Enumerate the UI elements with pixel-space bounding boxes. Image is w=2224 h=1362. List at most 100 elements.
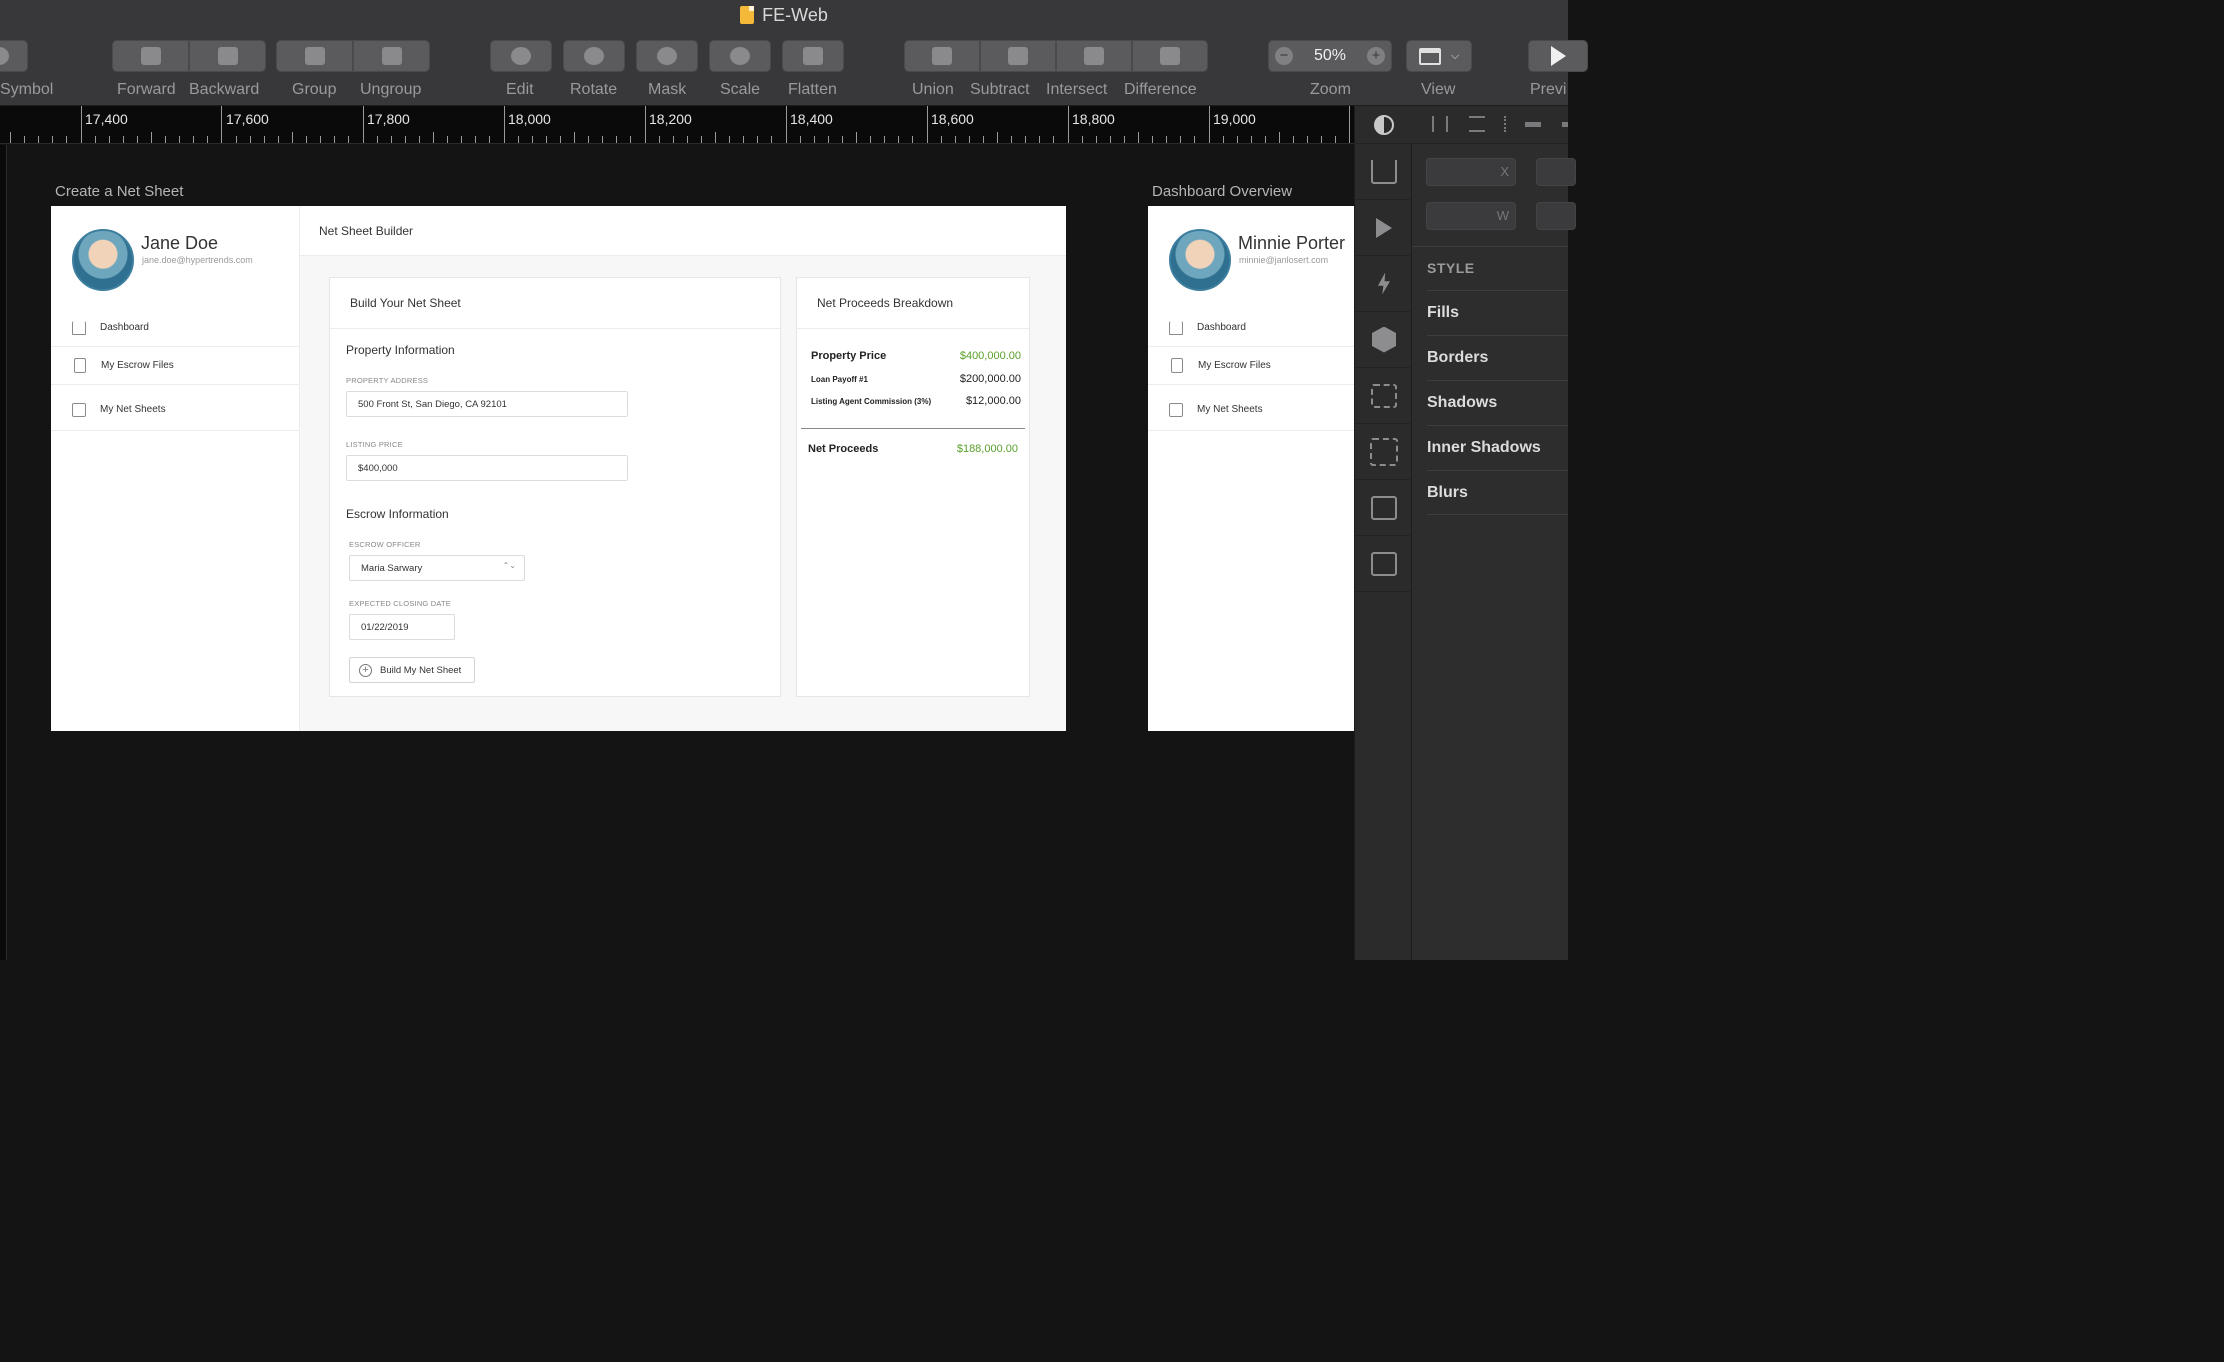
borders-section[interactable]: Borders — [1427, 335, 1568, 380]
shadows-section[interactable]: Shadows — [1427, 380, 1568, 425]
mask-tool[interactable]: Mask — [636, 40, 698, 102]
sidebar-item-dashboard[interactable]: Dashboard — [51, 309, 300, 347]
zoom-control[interactable]: − 50% + — [1268, 40, 1392, 72]
intersect-button[interactable] — [1056, 40, 1132, 72]
symbol-button[interactable] — [0, 40, 28, 72]
symbol-tool[interactable]: Symbol — [0, 40, 53, 102]
forward-button[interactable] — [112, 40, 189, 72]
app-sidebar: Minnie Porter minnie@janlosert.com Dashb… — [1148, 206, 1354, 731]
card-title: Net Proceeds Breakdown — [817, 296, 954, 310]
scale-button[interactable] — [709, 40, 771, 72]
ruler-tick — [1152, 136, 1153, 143]
group-button[interactable] — [276, 40, 353, 72]
ruler-tick — [1110, 136, 1111, 143]
backward-label: Backward — [189, 81, 260, 98]
backward-button[interactable] — [189, 40, 266, 72]
union-button[interactable] — [904, 40, 980, 72]
flatten-button[interactable] — [782, 40, 844, 72]
rotate-tool[interactable]: Rotate — [563, 40, 625, 102]
artboard-title-net-sheet[interactable]: Create a Net Sheet — [55, 183, 183, 200]
ruler-tick — [207, 136, 208, 143]
align-center-icon[interactable] — [1469, 116, 1485, 132]
artboard-net-sheet[interactable]: Jane Doe jane.doe@hypertrends.com Dashbo… — [51, 206, 1066, 731]
rotate-button[interactable] — [563, 40, 625, 72]
prototype-tool[interactable] — [1355, 200, 1413, 256]
listing-price-field[interactable]: $400,000 — [346, 455, 628, 481]
theme-toggle[interactable] — [1355, 106, 1413, 144]
align-right-icon[interactable] — [1562, 122, 1568, 127]
align-left-icon[interactable] — [1432, 116, 1448, 132]
ruler-tick — [475, 136, 476, 143]
ruler-tick — [870, 136, 871, 143]
flatten-tool[interactable]: Flatten — [782, 40, 844, 102]
sidebar-item-escrow-files[interactable]: My Escrow Files — [51, 347, 300, 385]
zoom-out-icon[interactable]: − — [1275, 47, 1293, 65]
ruler-tick — [927, 106, 928, 143]
distribute-icon[interactable] — [1504, 116, 1506, 132]
window-title-text: FE-Web — [762, 5, 828, 25]
ruler-tick — [912, 136, 913, 143]
subtract-button[interactable] — [980, 40, 1056, 72]
subtract-label: Subtract — [970, 81, 1030, 98]
export-tool[interactable] — [1355, 144, 1413, 200]
inspector-panel: X W STYLE Fills Borders Shadows Inner Sh… — [1412, 106, 1576, 960]
width-input[interactable]: W — [1426, 202, 1516, 230]
horizontal-ruler[interactable]: 17,400 17,600 17,800 18,000 18,200 18,400 18,6… — [0, 106, 1354, 144]
sidebar-item-dashboard[interactable]: Dashboard — [1148, 309, 1354, 347]
insert-image-tool[interactable] — [1355, 536, 1413, 592]
y-position-input[interactable] — [1536, 158, 1576, 186]
mask-button[interactable] — [636, 40, 698, 72]
sidebar-item-net-sheets[interactable]: My Net Sheets — [51, 389, 300, 431]
closing-date-field[interactable]: 01/22/2019 — [349, 614, 455, 640]
preview-button[interactable] — [1528, 40, 1588, 72]
avatar — [1169, 229, 1231, 291]
ruler-tick — [743, 136, 744, 143]
interaction-tool[interactable] — [1355, 256, 1413, 312]
escrow-officer-select[interactable]: Maria Sarwary ⌃⌄ — [349, 555, 525, 581]
select-tool[interactable] — [1355, 424, 1413, 480]
inner-shadows-section[interactable]: Inner Shadows — [1427, 425, 1568, 470]
ruler-tick — [221, 106, 222, 143]
ruler-tick — [800, 136, 801, 143]
sidebar-item-escrow-files[interactable]: My Escrow Files — [1148, 347, 1354, 385]
ruler-label: 18,800 — [1072, 111, 1115, 127]
canvas[interactable]: Create a Net Sheet Dashboard Overview Ja… — [0, 145, 1354, 960]
fills-section[interactable]: Fills — [1427, 290, 1568, 335]
edit-tool[interactable]: Edit — [490, 40, 552, 102]
section-title-property: Property Information — [346, 343, 455, 357]
blurs-section[interactable]: Blurs — [1427, 470, 1568, 515]
edit-button[interactable] — [490, 40, 552, 72]
artboard-dashboard[interactable]: Minnie Porter minnie@janlosert.com Dashb… — [1148, 206, 1354, 731]
ruler-tick — [405, 136, 406, 143]
height-input[interactable] — [1536, 202, 1576, 230]
sidebar-item-label: Dashboard — [1197, 322, 1246, 333]
sidebar-item-net-sheets[interactable]: My Net Sheets — [1148, 389, 1354, 431]
vertical-ruler[interactable] — [0, 145, 7, 960]
ruler-tick — [828, 136, 829, 143]
x-position-input[interactable]: X — [1426, 158, 1516, 186]
view-button[interactable]: ⌵ — [1406, 40, 1472, 72]
layout-tool[interactable] — [1355, 368, 1413, 424]
ruler-tick — [377, 136, 378, 143]
artboard-title-dashboard[interactable]: Dashboard Overview — [1152, 183, 1292, 200]
build-net-sheet-button[interactable]: + Build My Net Sheet — [349, 657, 475, 683]
ruler-tick — [574, 132, 575, 143]
chevron-down-icon: ⌵ — [1450, 49, 1460, 62]
export-icon — [1371, 159, 1397, 184]
select-arrows-icon: ⌃⌄ — [502, 561, 516, 570]
ruler-tick — [1194, 136, 1195, 143]
scale-tool[interactable]: Scale — [709, 40, 771, 102]
home-icon — [1169, 320, 1183, 335]
ruler-tick — [334, 136, 335, 143]
divider — [1412, 246, 1568, 247]
hexagon-icon — [1372, 326, 1396, 353]
edit-image-tool[interactable] — [1355, 480, 1413, 536]
property-address-field[interactable]: 500 Front St, San Diego, CA 92101 — [346, 391, 628, 417]
preview-tool[interactable]: Previ — [1528, 40, 1588, 102]
symbol-override-tool[interactable] — [1355, 312, 1413, 368]
view-tool[interactable]: ⌵ View — [1406, 40, 1472, 102]
ungroup-button[interactable] — [353, 40, 430, 72]
difference-button[interactable] — [1132, 40, 1208, 72]
zoom-in-icon[interactable]: + — [1367, 47, 1385, 65]
align-top-icon[interactable] — [1525, 122, 1541, 127]
